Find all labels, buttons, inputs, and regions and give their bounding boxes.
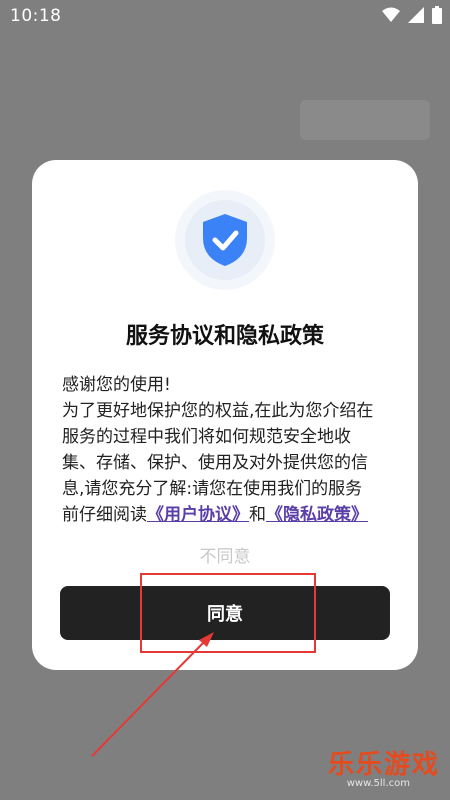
body-line-links: 前仔细阅读《用户协议》和《隐私政策》 <box>62 502 392 528</box>
background-card <box>300 100 430 140</box>
status-icons <box>382 6 442 24</box>
signal-icon <box>408 7 424 23</box>
body-line: 息,请您充分了解:请您在使用我们的服务 <box>62 479 363 499</box>
wifi-icon <box>382 7 400 22</box>
read-prefix: 前仔细阅读 <box>62 505 147 525</box>
dialog-body: 感谢您的使用! 为了更好地保护您的权益,在此为您介绍在 服务的过程中我们将如何规… <box>62 372 392 528</box>
watermark-url: www.5ll.com <box>346 778 410 789</box>
status-bar: 10:18 <box>0 0 450 34</box>
watermark-logo: 乐乐游戏 <box>327 750 440 780</box>
shield-badge <box>175 190 275 290</box>
shield-check-icon <box>203 214 247 266</box>
body-line: 服务的过程中我们将如何规范安全地收 <box>62 427 351 447</box>
status-time: 10:18 <box>10 6 62 26</box>
user-agreement-link[interactable]: 《用户协议》 <box>147 505 249 525</box>
conjunction-text: 和 <box>249 505 266 525</box>
disagree-button[interactable]: 不同意 <box>32 542 418 567</box>
body-line: 为了更好地保护您的权益,在此为您介绍在 <box>62 401 374 421</box>
body-line: 集、存储、保护、使用及对外提供您的信 <box>62 453 368 473</box>
battery-icon <box>432 6 442 24</box>
privacy-policy-link[interactable]: 《隐私政策》 <box>266 505 368 525</box>
dialog-title: 服务协议和隐私政策 <box>125 324 324 349</box>
annotation-highlight-box <box>140 573 316 653</box>
watermark: 乐乐游戏 www.5ll.com <box>327 744 440 789</box>
body-line: 感谢您的使用! <box>62 375 171 395</box>
